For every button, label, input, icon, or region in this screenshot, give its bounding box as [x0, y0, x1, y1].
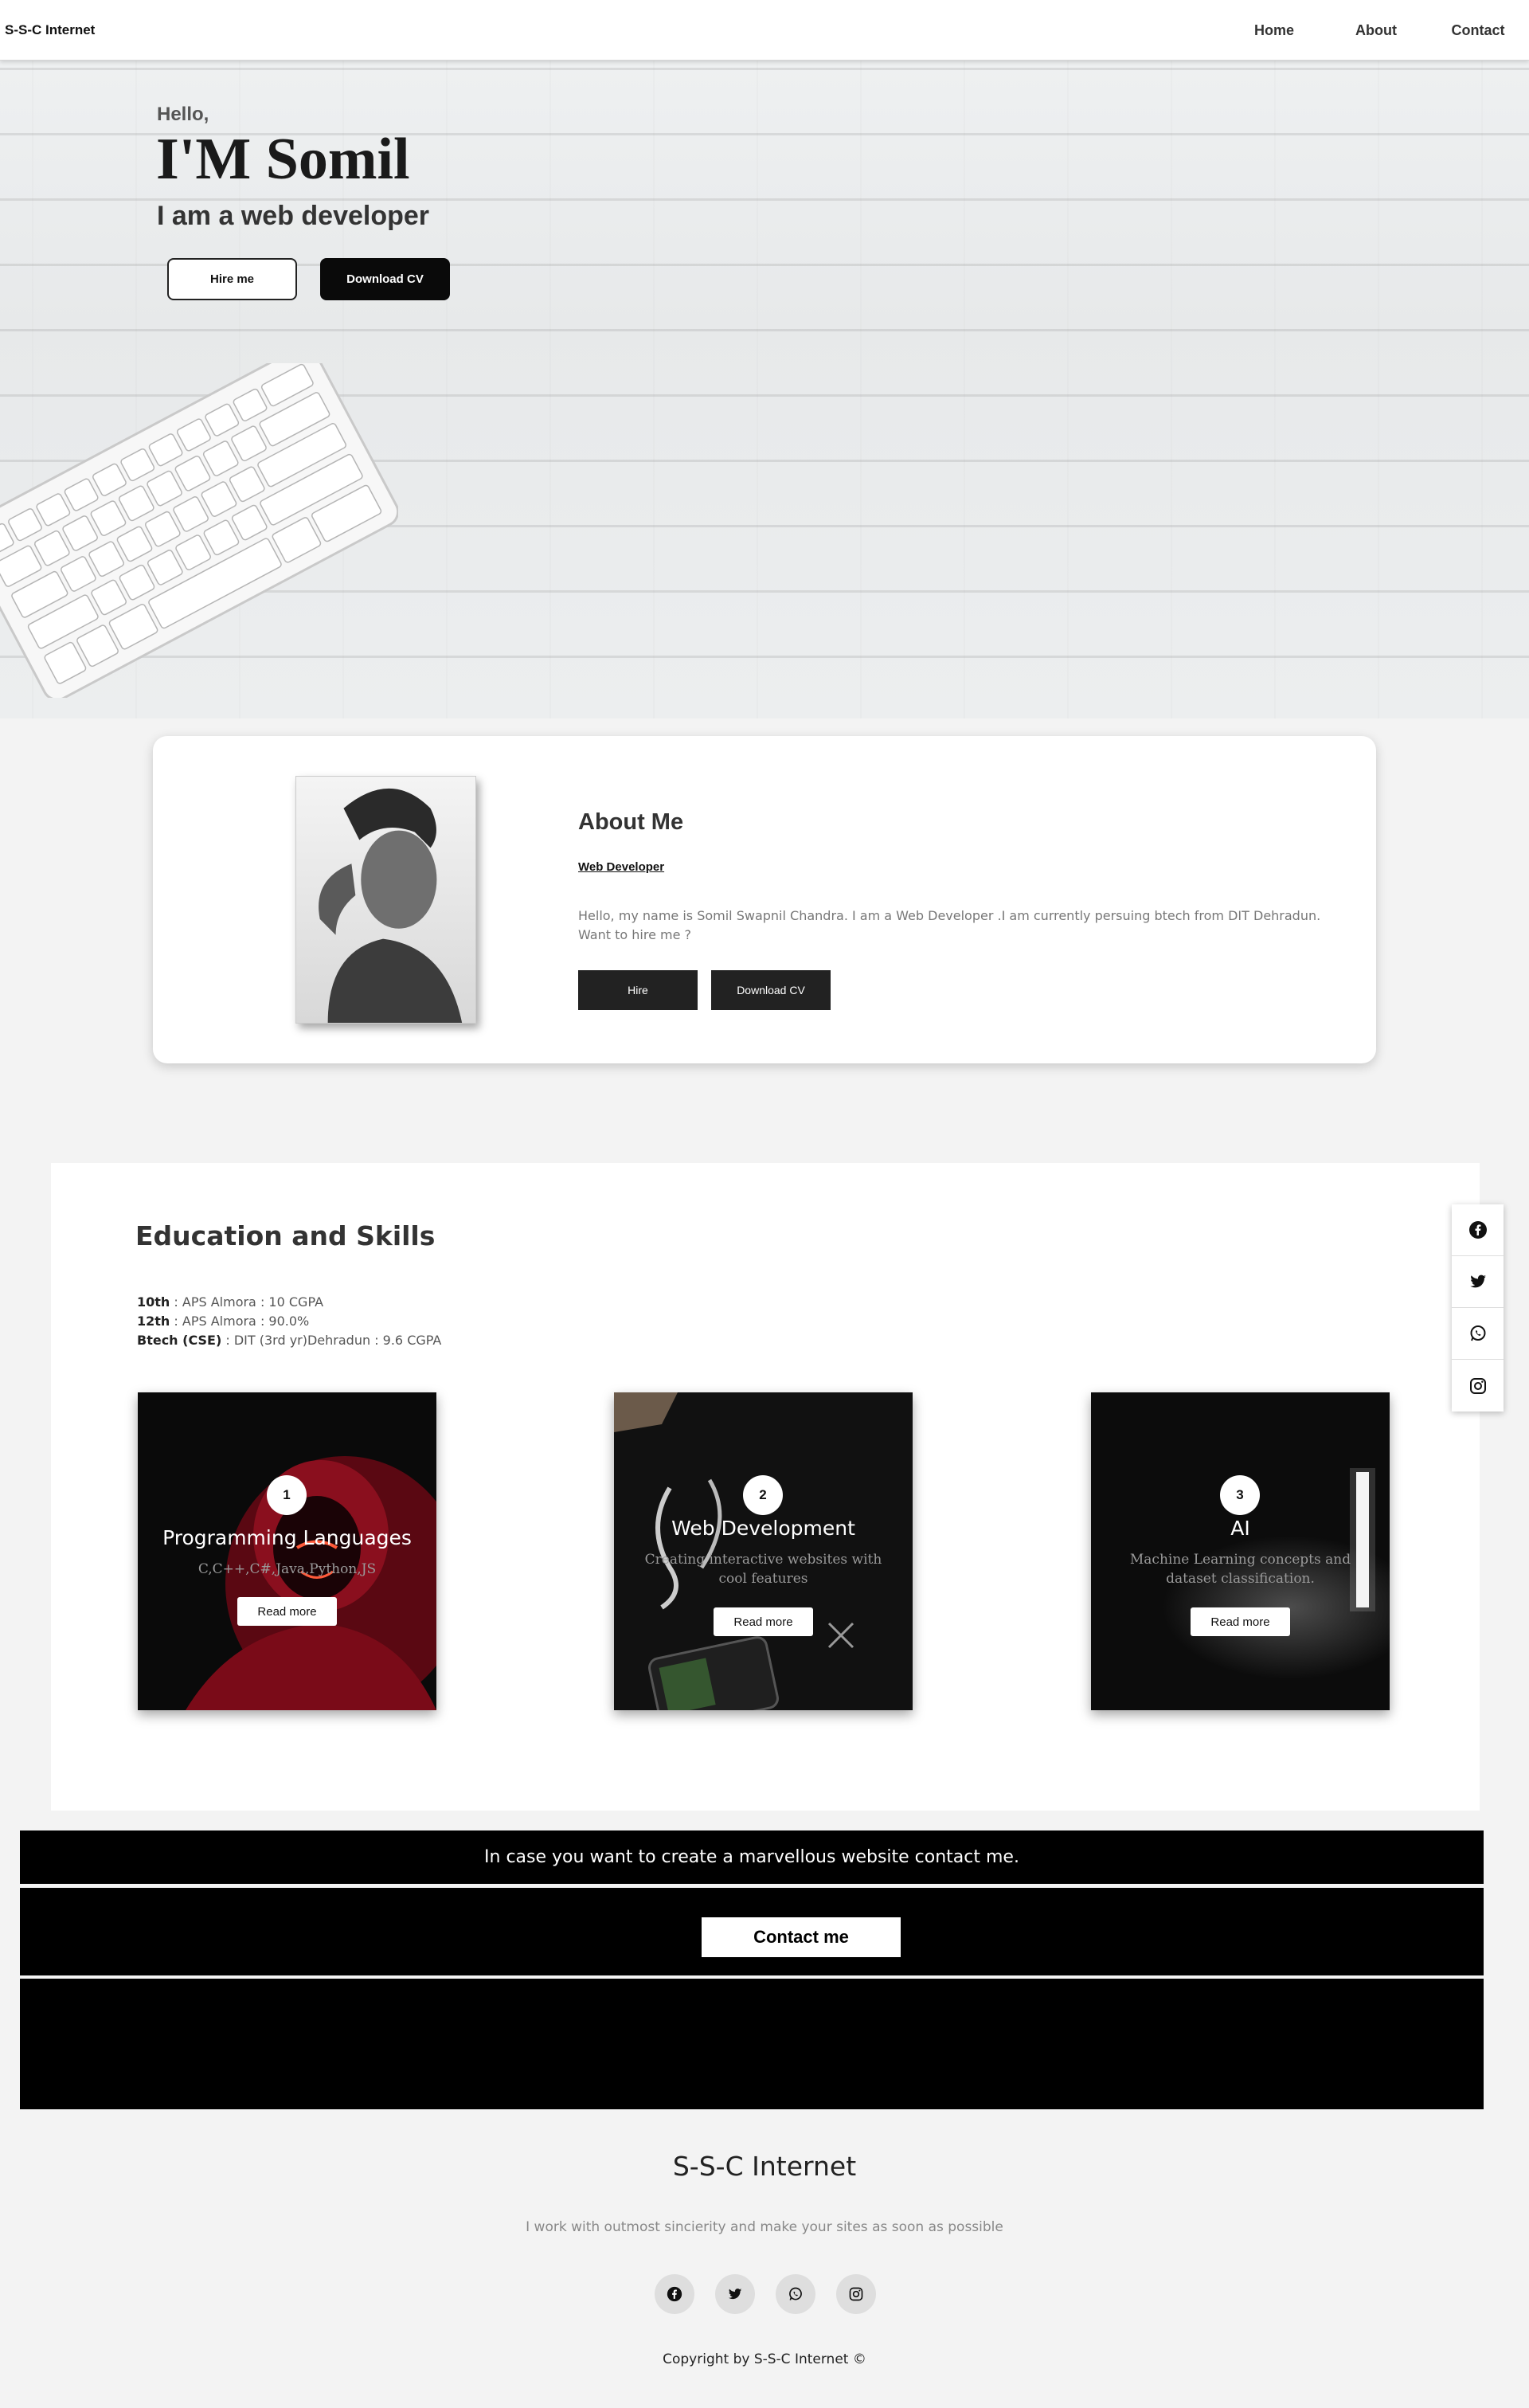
read-more-button[interactable]: Read more	[237, 1597, 337, 1626]
about-hire-button[interactable]: Hire	[578, 970, 698, 1010]
instagram-icon[interactable]	[1452, 1360, 1504, 1412]
skill-card-programming: 1 Programming Languages C,C++,C#,Java,Py…	[138, 1392, 436, 1710]
whatsapp-icon[interactable]	[1452, 1308, 1504, 1360]
hero-greeting: Hello,	[157, 104, 209, 125]
education-title: Education and Skills	[135, 1220, 436, 1251]
top-navbar: S-S-C Internet Home About Contact	[0, 0, 1529, 61]
about-subtitle: Web Developer	[578, 860, 665, 874]
instagram-icon[interactable]	[836, 2274, 876, 2314]
twitter-icon[interactable]	[1452, 1256, 1504, 1308]
twitter-icon[interactable]	[715, 2274, 755, 2314]
card-description: Machine Learning concepts and dataset cl…	[1129, 1552, 1351, 1587]
footer-copyright: Copyright by S-S-C Internet ©	[663, 2351, 866, 2367]
education-list: 10th : APS Almora : 10 CGPA 12th : APS A…	[137, 1293, 441, 1350]
social-sidebar	[1452, 1204, 1504, 1412]
card-title: AI	[1230, 1517, 1250, 1540]
contact-button-bar: Contact me	[20, 1888, 1484, 1975]
contact-message-bar: In case you want to create a marvellous …	[20, 1830, 1484, 1884]
brand-logo-text[interactable]: S-S-C Internet	[5, 22, 95, 38]
nav-contact-link[interactable]: Contact	[1427, 0, 1529, 61]
card-description: Creating interactive websites with cool …	[644, 1552, 882, 1587]
card-title: Web Development	[671, 1517, 855, 1540]
footer-subtitle: I work with outmost sincierity and make …	[526, 2219, 1003, 2235]
nav-about-link[interactable]: About	[1325, 0, 1427, 61]
read-more-button[interactable]: Read more	[1191, 1607, 1290, 1636]
education-section: Education and Skills 10th : APS Almora :…	[51, 1163, 1480, 1811]
hero-hire-button[interactable]: Hire me	[167, 258, 297, 300]
card-description: C,C++,C#,Java,Python,JS	[197, 1561, 377, 1577]
footer-title: S-S-C Internet	[672, 2151, 857, 2182]
nav-menu: Home About Contact	[1223, 0, 1529, 61]
read-more-button[interactable]: Read more	[714, 1607, 813, 1636]
about-title: About Me	[578, 809, 684, 835]
contact-empty-bar	[20, 1979, 1484, 2109]
card-number-badge: 1	[267, 1475, 307, 1515]
about-download-cv-button[interactable]: Download CV	[711, 970, 831, 1010]
card-number-badge: 3	[1220, 1475, 1260, 1515]
education-line: Btech (CSE) : DIT (3rd yr)Dehradun : 9.6…	[137, 1333, 442, 1348]
hooded-figure-image	[138, 1392, 436, 1710]
footer-social-icons	[655, 2274, 876, 2314]
keyboard-image	[0, 363, 398, 698]
profile-photo	[295, 776, 476, 1024]
hero-download-cv-button[interactable]: Download CV	[320, 258, 450, 300]
skill-card-ai: 3 AI Machine Learning concepts and datas…	[1091, 1392, 1390, 1710]
education-line: 12th : APS Almora : 90.0%	[137, 1314, 310, 1329]
facebook-icon[interactable]	[655, 2274, 694, 2314]
contact-me-button[interactable]: Contact me	[702, 1917, 901, 1957]
nav-home-link[interactable]: Home	[1223, 0, 1325, 61]
card-title: Programming Languages	[162, 1526, 412, 1549]
skill-card-web-development: 2 Web Development Creating interactive w…	[614, 1392, 913, 1710]
about-text: Hello, my name is Somil Swapnil Chandra.…	[578, 908, 1321, 942]
hero-name: I'M Somil	[156, 127, 410, 192]
whatsapp-icon[interactable]	[776, 2274, 815, 2314]
hero-role: I am a web developer	[157, 201, 430, 231]
about-card: About Me Web Developer Hello, my name is…	[153, 736, 1376, 1063]
hero-section: Hello, I'M Somil I am a web developer Hi…	[0, 61, 1529, 718]
facebook-icon[interactable]	[1452, 1204, 1504, 1256]
education-line: 10th : APS Almora : 10 CGPA	[137, 1294, 324, 1310]
card-number-badge: 2	[743, 1475, 783, 1515]
